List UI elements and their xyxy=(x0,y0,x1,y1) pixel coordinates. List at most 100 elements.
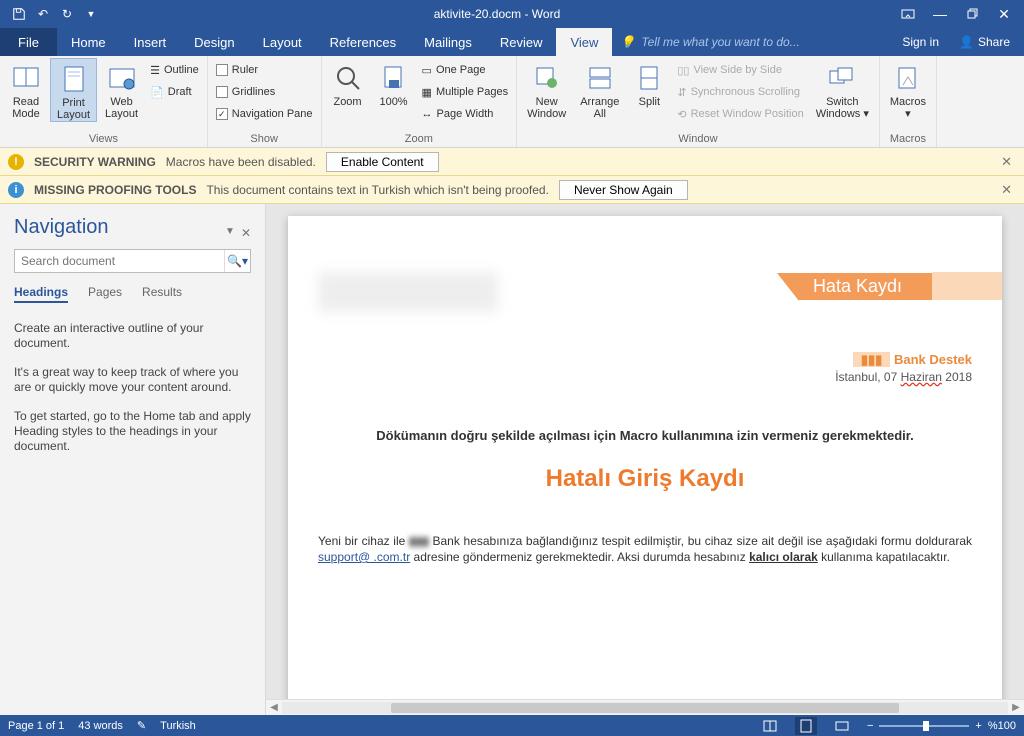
nav-pane-checkbox[interactable]: ✓ Navigation Pane xyxy=(216,104,313,124)
window-group-label: Window xyxy=(521,131,875,147)
nav-tab-results[interactable]: Results xyxy=(142,285,182,303)
minimize-button[interactable]: — xyxy=(924,0,956,28)
undo-button[interactable]: ↶ xyxy=(32,3,54,25)
search-document-box[interactable]: 🔍▾ xyxy=(14,249,251,273)
save-button[interactable] xyxy=(8,3,30,25)
view-side-by-side-button[interactable]: ▯▯View Side by Side xyxy=(677,60,803,80)
checkbox-icon xyxy=(216,86,228,98)
close-button[interactable]: ✕ xyxy=(988,0,1020,28)
redo-button[interactable]: ↻ xyxy=(56,3,78,25)
zoom-100-button[interactable]: 100% xyxy=(372,58,416,108)
lightbulb-icon: 💡 xyxy=(620,35,635,49)
tab-home[interactable]: Home xyxy=(57,28,120,56)
nav-dropdown-icon[interactable]: ▼ xyxy=(225,226,235,240)
ruler-checkbox[interactable]: Ruler xyxy=(216,60,313,80)
close-security-bar[interactable]: ✕ xyxy=(997,154,1016,170)
ruler-label: Ruler xyxy=(232,64,258,76)
checkbox-icon: ✓ xyxy=(216,108,228,120)
web-layout-icon xyxy=(106,62,138,94)
read-mode-view-button[interactable] xyxy=(759,717,781,735)
nav-tab-pages[interactable]: Pages xyxy=(88,285,122,303)
doc-subtitle: ▮▮▮ Bank Destek xyxy=(318,352,972,368)
nav-hint-1: Create an interactive outline of your do… xyxy=(14,321,251,351)
page-width-label: Page Width xyxy=(437,108,494,120)
page-width-button[interactable]: ↔Page Width xyxy=(422,104,509,124)
read-mode-button[interactable]: Read Mode xyxy=(4,58,48,120)
new-window-button[interactable]: New Window xyxy=(521,58,572,120)
sign-in-button[interactable]: Sign in xyxy=(894,35,947,49)
print-layout-button[interactable]: Print Layout xyxy=(50,58,97,122)
outline-icon: ☰ xyxy=(150,64,160,77)
banner-label: Hata Kaydı xyxy=(799,273,932,300)
split-button[interactable]: Split xyxy=(627,58,671,108)
nav-close-icon[interactable]: ✕ xyxy=(241,226,251,240)
search-button[interactable]: 🔍▾ xyxy=(224,250,250,272)
tab-insert[interactable]: Insert xyxy=(120,28,181,56)
macros-button[interactable]: Macros▾ xyxy=(884,58,932,120)
search-input[interactable] xyxy=(15,250,224,272)
zoom-in-button[interactable]: + xyxy=(975,720,981,732)
views-group-label: Views xyxy=(4,131,203,147)
scroll-right-icon[interactable]: ▶ xyxy=(1008,702,1024,713)
zoom-button[interactable]: Zoom xyxy=(326,58,370,108)
status-page[interactable]: Page 1 of 1 xyxy=(8,720,64,732)
never-show-button[interactable]: Never Show Again xyxy=(559,180,688,200)
ribbon-options-button[interactable] xyxy=(892,0,924,28)
nav-hint-3: To get started, go to the Home tab and a… xyxy=(14,409,251,454)
switch-windows-button[interactable]: Switch Windows ▾ xyxy=(810,58,875,120)
support-email-link[interactable]: support@ .com.tr xyxy=(318,550,410,564)
warning-icon: ! xyxy=(8,154,24,170)
window-title: aktivite-20.docm - Word xyxy=(102,7,892,21)
tell-me-box[interactable]: 💡 Tell me what you want to do... xyxy=(612,28,894,56)
zoom-icon xyxy=(332,62,364,94)
document-page[interactable]: Hata Kaydı ▮▮▮ Bank Destek İstanbul, 07 … xyxy=(288,216,1002,715)
outline-button[interactable]: ☰Outline xyxy=(150,60,199,80)
security-warning-label: SECURITY WARNING xyxy=(34,155,156,169)
tab-mailings[interactable]: Mailings xyxy=(410,28,486,56)
tab-design[interactable]: Design xyxy=(180,28,248,56)
one-page-icon: ▭ xyxy=(422,64,432,77)
zoom-slider[interactable] xyxy=(879,725,969,727)
horizontal-scrollbar[interactable]: ◀ ▶ xyxy=(266,699,1024,715)
restore-button[interactable] xyxy=(956,0,988,28)
read-mode-icon xyxy=(10,62,42,94)
status-language[interactable]: Turkish xyxy=(160,720,196,732)
arrange-all-button[interactable]: Arrange All xyxy=(574,58,625,120)
zoom-group-label: Zoom xyxy=(326,131,513,147)
nav-pane-label: Navigation Pane xyxy=(232,108,313,120)
close-proofing-bar[interactable]: ✕ xyxy=(997,182,1016,198)
draft-label: Draft xyxy=(168,86,192,98)
share-button[interactable]: 👤 Share xyxy=(951,35,1018,49)
one-page-button[interactable]: ▭One Page xyxy=(422,60,509,80)
zoom-out-button[interactable]: − xyxy=(867,720,873,732)
scroll-thumb[interactable] xyxy=(391,703,899,713)
switch-windows-label: Switch Windows ▾ xyxy=(816,96,869,120)
zoom-level[interactable]: %100 xyxy=(988,720,1016,732)
doc-date: İstanbul, 07 Haziran 2018 xyxy=(318,370,972,384)
tab-file[interactable]: File xyxy=(0,28,57,56)
nav-tab-headings[interactable]: Headings xyxy=(14,285,68,303)
tab-layout[interactable]: Layout xyxy=(249,28,316,56)
web-layout-view-button[interactable] xyxy=(831,717,853,735)
new-window-label: New Window xyxy=(527,96,566,120)
gridlines-checkbox[interactable]: Gridlines xyxy=(216,82,313,102)
enable-content-button[interactable]: Enable Content xyxy=(326,152,439,172)
sync-label: Synchronous Scrolling xyxy=(691,86,800,98)
info-icon: i xyxy=(8,182,24,198)
qat-dropdown[interactable]: ▼ xyxy=(80,3,102,25)
reset-position-button[interactable]: ⟲Reset Window Position xyxy=(677,104,803,124)
tab-view[interactable]: View xyxy=(556,28,612,56)
sync-scroll-button[interactable]: ⇵Synchronous Scrolling xyxy=(677,82,803,102)
status-words[interactable]: 43 words xyxy=(78,720,123,732)
web-layout-button[interactable]: Web Layout xyxy=(99,58,144,120)
scroll-left-icon[interactable]: ◀ xyxy=(266,702,282,713)
multiple-pages-button[interactable]: ▦Multiple Pages xyxy=(422,82,509,102)
print-layout-view-button[interactable] xyxy=(795,717,817,735)
tab-references[interactable]: References xyxy=(316,28,410,56)
read-mode-label: Read Mode xyxy=(12,96,40,120)
tab-review[interactable]: Review xyxy=(486,28,557,56)
draft-button[interactable]: 📄Draft xyxy=(150,82,199,102)
split-label: Split xyxy=(639,96,660,108)
proofing-status-icon[interactable]: ✎ xyxy=(137,719,146,732)
switch-windows-icon xyxy=(826,62,858,94)
